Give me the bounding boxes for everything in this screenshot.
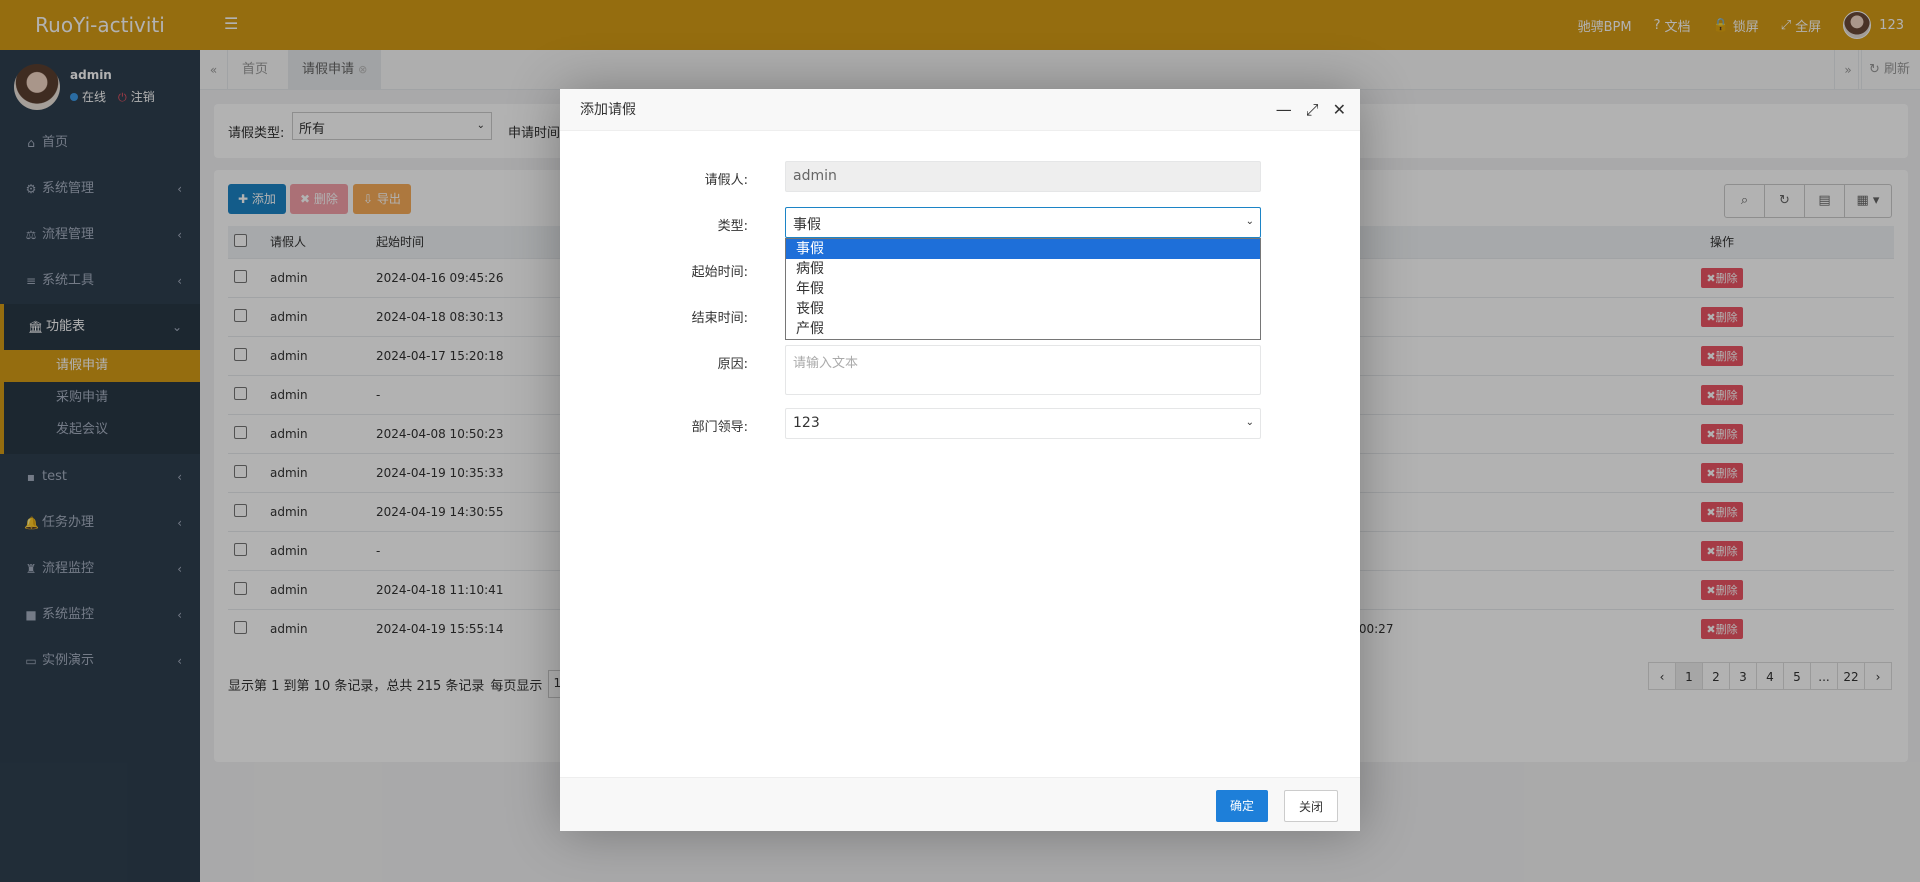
reason-label: 原因: [717, 357, 748, 372]
maximize-icon[interactable]: ⤢ [1306, 89, 1319, 131]
applicant-field[interactable]: admin [785, 161, 1261, 192]
type-select[interactable]: 事假 ⌄ [785, 207, 1261, 238]
dialog-header: 添加请假 — ⤢ ✕ [560, 89, 1360, 131]
type-option[interactable]: 病假 [786, 259, 1260, 279]
add-leave-dialog: 添加请假 — ⤢ ✕ 请假人: admin 类型: 事假 ⌄ 起始时间: 结束时间… [560, 89, 1360, 831]
type-option[interactable]: 年假 [786, 279, 1260, 299]
confirm-button[interactable]: 确定 [1215, 790, 1268, 822]
start-time-label: 起始时间: [691, 265, 748, 280]
close-button[interactable]: 关闭 [1283, 790, 1338, 822]
dialog-footer: 确定 关闭 [560, 777, 1360, 831]
type-label: 类型: [717, 219, 748, 234]
reason-textarea[interactable]: 请输入文本 [785, 345, 1261, 395]
leader-select[interactable]: 123 ⌄ [785, 408, 1261, 439]
type-option[interactable]: 事假 [786, 239, 1260, 259]
dialog-title: 添加请假 [580, 102, 636, 118]
end-time-label: 结束时间: [691, 311, 748, 326]
leader-label: 部门领导: [691, 420, 748, 435]
type-option[interactable]: 丧假 [786, 299, 1260, 319]
type-dropdown-list: 事假 病假 年假 丧假 产假 [785, 238, 1261, 340]
chevron-down-icon: ⌄ [1245, 417, 1254, 428]
applicant-label: 请假人: [704, 173, 748, 188]
minimize-icon[interactable]: — [1276, 89, 1292, 131]
close-icon[interactable]: ✕ [1333, 89, 1346, 131]
chevron-down-icon: ⌄ [1245, 216, 1254, 227]
type-option[interactable]: 产假 [786, 319, 1260, 339]
